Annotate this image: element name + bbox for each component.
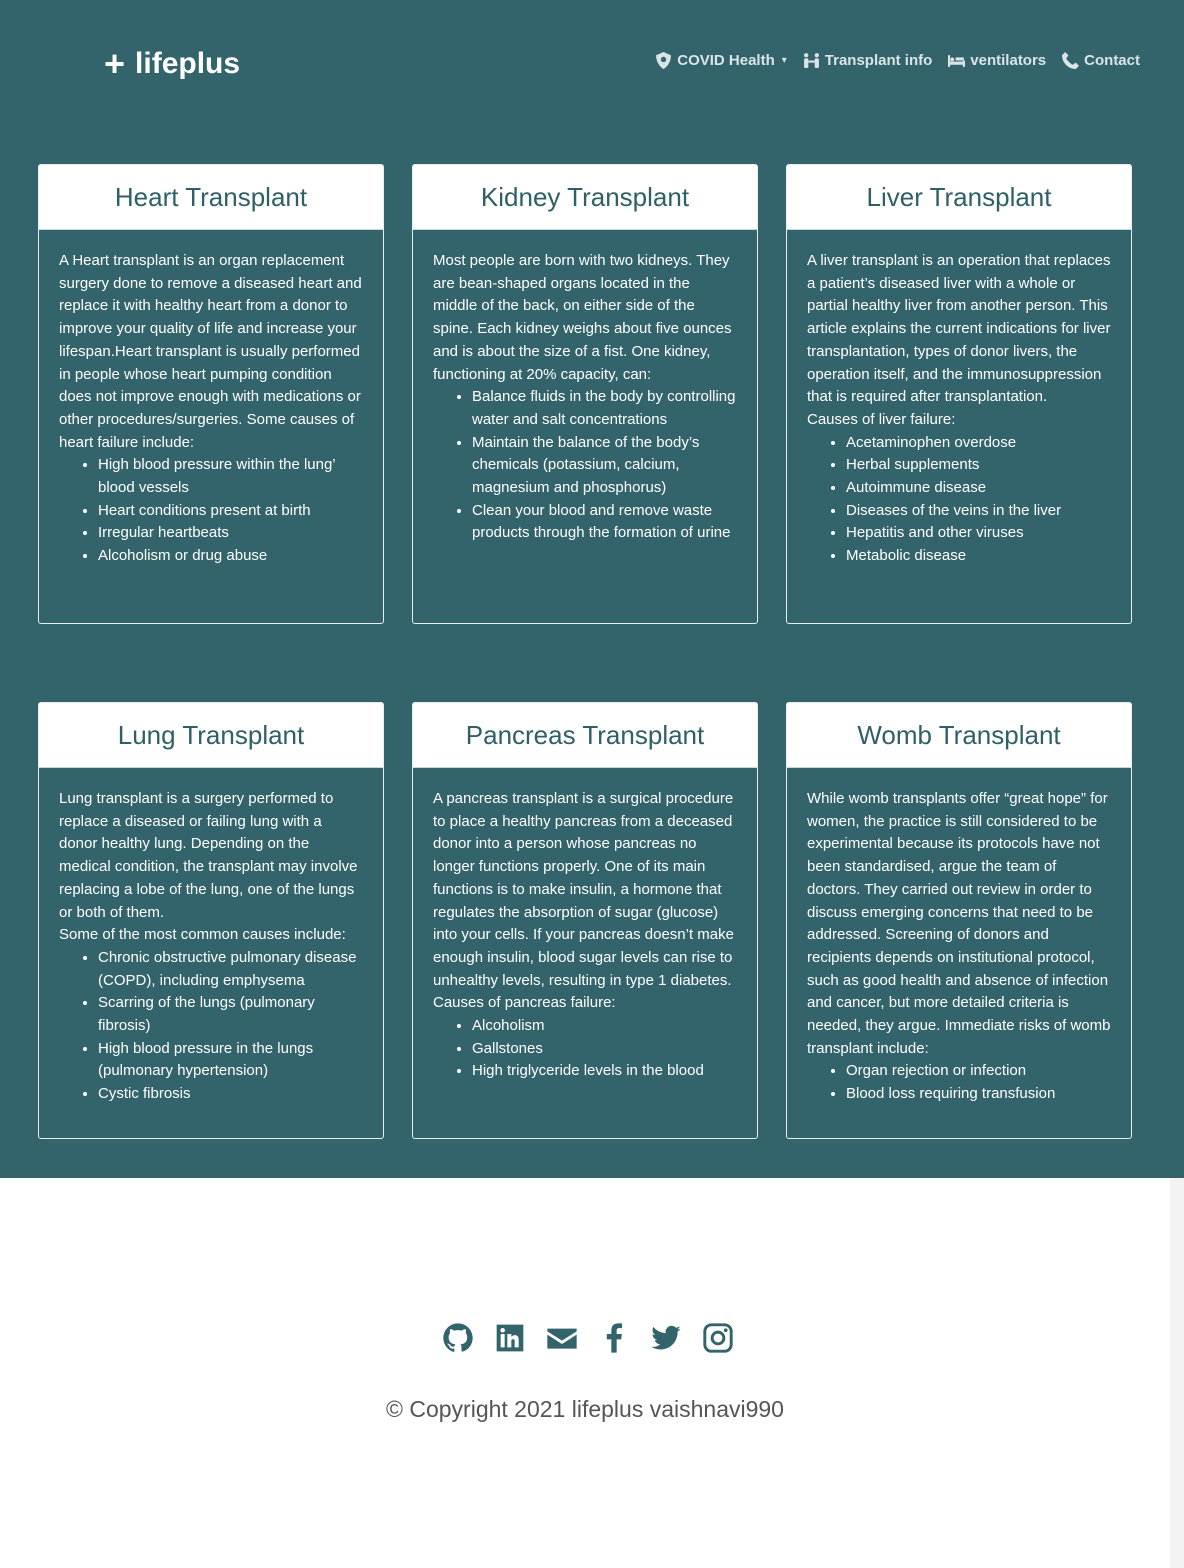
nav-transplant-info[interactable]: Transplant info (803, 52, 933, 69)
card-header: Liver Transplant (787, 165, 1131, 230)
card-header: Womb Transplant (787, 703, 1131, 768)
bed-icon (948, 55, 966, 67)
card-intro: While womb transplants offer “great hope… (807, 790, 1111, 1057)
list-item: High triglyceride levels in the blood (472, 1060, 737, 1083)
card-header: Heart Transplant (39, 165, 383, 230)
linkedin-icon[interactable] (494, 1322, 526, 1354)
card-heart-transplant: Heart Transplant A Heart transplant is a… (38, 164, 384, 624)
list-item: Alcoholism or drug abuse (98, 545, 363, 568)
brand-name: lifeplus (135, 47, 241, 80)
list-item: Autoimmune disease (846, 477, 1111, 500)
card-title: Kidney Transplant (480, 181, 690, 212)
people-arrows-icon (803, 53, 819, 68)
envelope-icon[interactable] (546, 1322, 578, 1354)
card-womb-transplant: Womb Transplant While womb transplants o… (786, 702, 1132, 1139)
list-item: Blood loss requiring transfusion (846, 1083, 1111, 1106)
list-item: High blood pressure within the lung’ blo… (98, 454, 363, 499)
nav-ventilators-label: ventilators (970, 52, 1047, 69)
nav-covid-health[interactable]: COVID Health ▾ (655, 52, 787, 69)
card-lung-transplant: Lung Transplant Lung transplant is a sur… (38, 702, 384, 1139)
transplant-cards-row-2: Lung Transplant Lung transplant is a sur… (38, 702, 1134, 1139)
card-list: High blood pressure within the lung’ blo… (59, 454, 363, 568)
list-item: Cystic fibrosis (98, 1083, 363, 1106)
list-item: Organ rejection or infection (846, 1060, 1111, 1083)
shield-virus-icon (656, 52, 672, 69)
card-kidney-transplant: Kidney Transplant Most people are born w… (412, 164, 758, 624)
transplant-cards-row-1: Heart Transplant A Heart transplant is a… (38, 164, 1134, 624)
card-body: A pancreas transplant is a surgical proc… (413, 768, 757, 1103)
card-intro: Lung transplant is a surgery performed t… (59, 790, 358, 921)
card-liver-transplant: Liver Transplant A liver transplant is a… (786, 164, 1132, 624)
list-item: Diseases of the veins in the liver (846, 500, 1111, 523)
card-intro: A liver transplant is an operation that … (807, 252, 1111, 406)
list-item: Chronic obstructive pulmonary disease (C… (98, 947, 363, 992)
card-body: A liver transplant is an operation that … (787, 230, 1131, 588)
list-item: Metabolic disease (846, 545, 1111, 568)
nav-transplant-info-label: Transplant info (824, 52, 933, 69)
list-item: Balance fluids in the body by controllin… (472, 386, 737, 431)
phone-icon (1062, 52, 1080, 69)
nav-contact-label: Contact (1084, 52, 1140, 69)
card-header: Kidney Transplant (413, 165, 757, 230)
navbar: + lifeplus COVID Health ▾ Transplant inf… (0, 0, 1184, 130)
card-list: Organ rejection or infection Blood loss … (807, 1060, 1111, 1105)
list-item: Acetaminophen overdose (846, 432, 1111, 455)
list-item: High blood pressure in the lungs (pulmon… (98, 1038, 363, 1083)
plus-icon: + (104, 43, 126, 84)
instagram-icon[interactable] (702, 1322, 734, 1354)
twitter-icon[interactable] (650, 1322, 682, 1354)
scrollbar-track (1170, 1178, 1184, 1568)
list-item: Herbal supplements (846, 454, 1111, 477)
card-body: Lung transplant is a surgery performed t… (39, 768, 383, 1126)
list-item: Heart conditions present at birth (98, 500, 363, 523)
caret-down-icon: ▾ (781, 55, 787, 66)
github-icon[interactable] (442, 1322, 474, 1354)
list-item: Clean your blood and remove waste produc… (472, 500, 737, 545)
card-body: While womb transplants offer “great hope… (787, 768, 1131, 1126)
card-intro-causes: Causes of liver failure: (807, 410, 956, 428)
card-list: Alcoholism Gallstones High triglyceride … (433, 1015, 737, 1083)
card-list: Acetaminophen overdose Herbal supplement… (807, 432, 1111, 568)
card-header: Lung Transplant (39, 703, 383, 768)
card-title: Heart Transplant (114, 181, 308, 212)
list-item: Alcoholism (472, 1015, 737, 1038)
card-title: Womb Transplant (857, 719, 1061, 750)
copyright-text: © Copyright 2021 lifeplus vaishnavi990 (386, 1396, 784, 1422)
card-intro: A pancreas transplant is a surgical proc… (433, 790, 734, 1012)
list-item: Hepatitis and other viruses (846, 522, 1111, 545)
card-title: Liver Transplant (866, 181, 1052, 212)
card-title: Lung Transplant (117, 719, 305, 750)
social-links (442, 1322, 734, 1354)
list-item: Scarring of the lungs (pulmonary fibrosi… (98, 992, 363, 1037)
card-body: Most people are born with two kidneys. T… (413, 230, 757, 565)
nav-covid-health-label: COVID Health (677, 52, 775, 69)
brand-logo[interactable]: + lifeplus (104, 44, 240, 84)
card-list: Balance fluids in the body by controllin… (433, 386, 737, 545)
list-item: Gallstones (472, 1038, 737, 1061)
card-list: Chronic obstructive pulmonary disease (C… (59, 947, 363, 1106)
nav-menu: COVID Health ▾ Transplant info ventilato… (655, 52, 1140, 69)
card-title: Pancreas Transplant (465, 719, 705, 750)
nav-ventilators[interactable]: ventilators (948, 52, 1046, 69)
nav-contact[interactable]: Contact (1062, 52, 1140, 69)
list-item: Maintain the balance of the body’s chemi… (472, 432, 737, 500)
card-intro: A Heart transplant is an organ replaceme… (59, 252, 362, 451)
list-item: Irregular heartbeats (98, 522, 363, 545)
card-pancreas-transplant: Pancreas Transplant A pancreas transplan… (412, 702, 758, 1139)
card-intro-causes: Some of the most common causes include: (59, 926, 346, 944)
card-intro: Most people are born with two kidneys. T… (433, 252, 732, 383)
card-body: A Heart transplant is an organ replaceme… (39, 230, 383, 588)
footer (0, 1178, 1170, 1568)
card-header: Pancreas Transplant (413, 703, 757, 768)
facebook-icon[interactable] (598, 1322, 630, 1354)
